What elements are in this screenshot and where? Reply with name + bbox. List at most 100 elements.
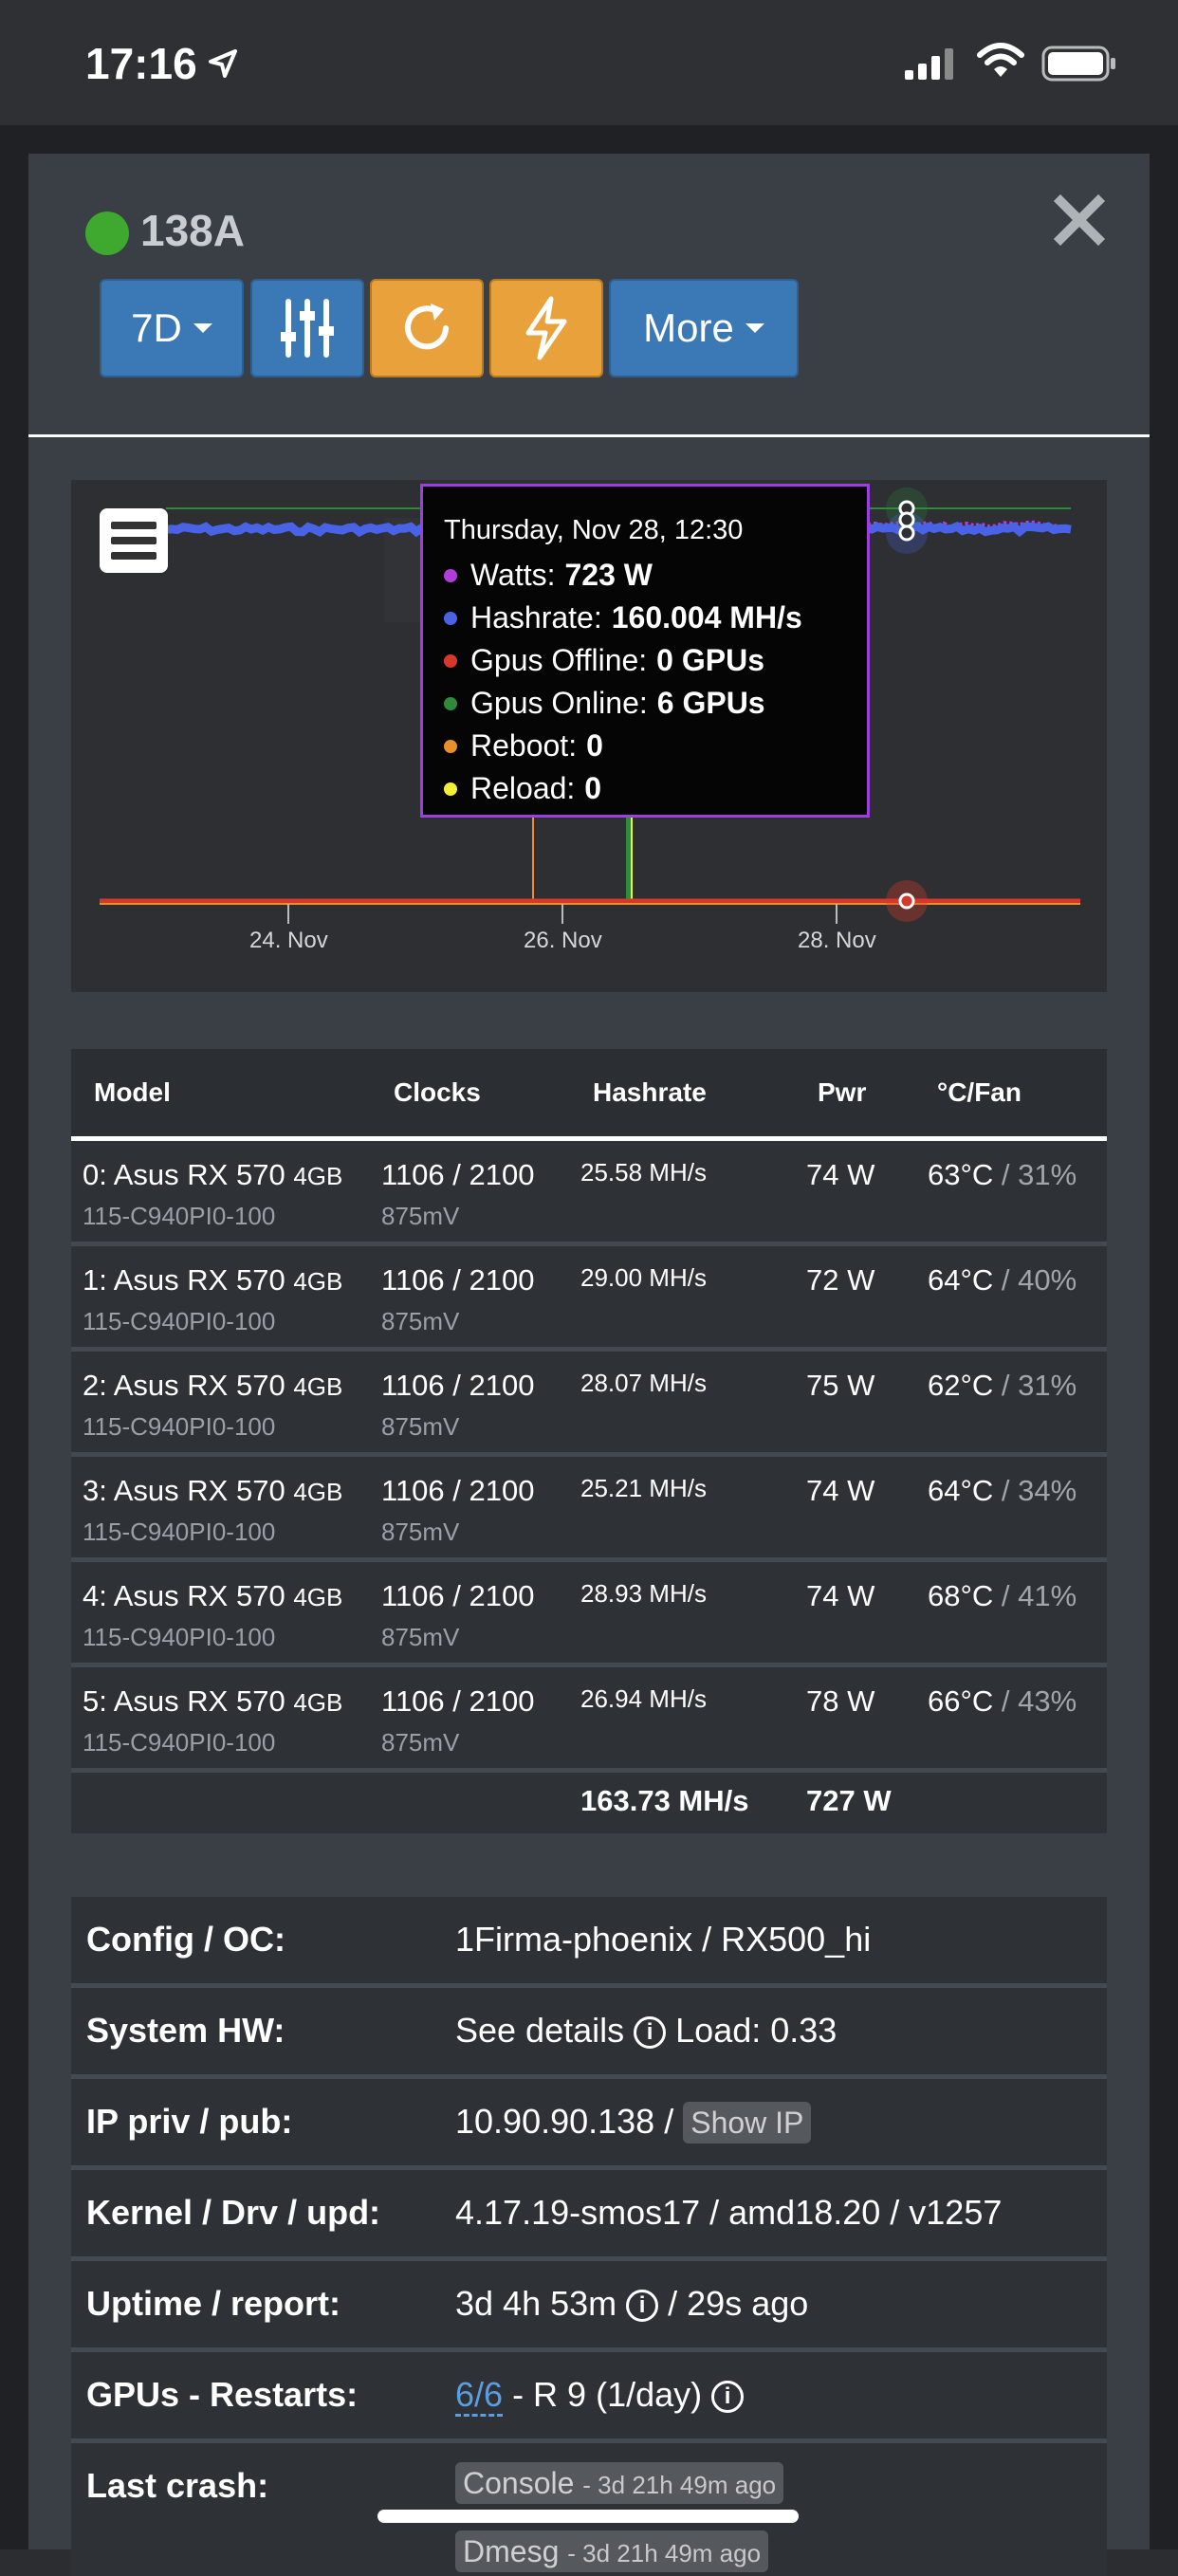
dmesg-log-button[interactable]: Dmesg - 3d 21h 49m ago xyxy=(455,2530,769,2572)
gpu-temp-fan: 62°C / 31% xyxy=(928,1369,1077,1402)
info-label: GPUs - Restarts: xyxy=(86,2375,359,2414)
gpu-voltage: 875mV xyxy=(381,1728,460,1757)
column-header-model[interactable]: Model xyxy=(94,1077,171,1108)
tooltip-row-watts: Watts: 723 W xyxy=(444,554,846,597)
x-tick-label: 24. Nov xyxy=(249,928,328,953)
tooltip-row-reboot: Reboot: 0 xyxy=(444,725,846,767)
column-header-clocks[interactable]: Clocks xyxy=(394,1077,481,1108)
gpu-model: 4: Asus RX 570 4GB xyxy=(83,1579,343,1612)
gpu-table-row[interactable]: 5: Asus RX 570 4GB 115-C940PI0-100 1106 / … xyxy=(71,1667,1107,1773)
more-label: More xyxy=(643,305,734,350)
more-dropdown-button[interactable]: More xyxy=(609,279,799,377)
refresh-icon xyxy=(405,304,449,350)
rig-name: 138A xyxy=(140,206,245,255)
gpu-bios: 115-C940PI0-100 xyxy=(83,1728,276,1757)
column-header-hashrate[interactable]: Hashrate xyxy=(593,1077,707,1108)
header-divider xyxy=(28,434,1150,437)
gpu-clocks: 1106 / 2100 xyxy=(381,1263,535,1297)
info-label: Config / OC: xyxy=(86,1920,285,1959)
hover-point-hashrate xyxy=(898,524,915,542)
x-tick-label: 28. Nov xyxy=(798,928,876,953)
info-label: System HW: xyxy=(86,2011,285,2050)
wifi-icon xyxy=(977,43,1024,77)
gpu-table-row[interactable]: 4: Asus RX 570 4GB 115-C940PI0-100 1106 / … xyxy=(71,1562,1107,1667)
gpu-hashrate: 29.00 MH/s xyxy=(580,1263,707,1292)
gpu-model: 1: Asus RX 570 4GB xyxy=(83,1263,343,1297)
chevron-down-icon xyxy=(193,323,212,333)
gpu-temp-fan: 64°C / 34% xyxy=(928,1474,1077,1507)
hover-point-watts xyxy=(898,511,915,528)
restarts-value: - R 9 (1/day) xyxy=(512,2375,703,2414)
gpu-voltage: 875mV xyxy=(381,1412,460,1441)
ip-value: 10.90.90.138 / xyxy=(455,2102,674,2141)
kernel-value: 4.17.19-smos17 / amd18.20 / v1257 xyxy=(455,2193,1003,2232)
gpu-temp-fan: 68°C / 41% xyxy=(928,1579,1077,1612)
see-details-link[interactable]: See details xyxy=(455,2011,624,2050)
gpu-voltage: 875mV xyxy=(381,1307,460,1335)
gpu-clocks: 1106 / 2100 xyxy=(381,1158,535,1191)
info-label: IP priv / pub: xyxy=(86,2102,293,2141)
gpu-clocks: 1106 / 2100 xyxy=(381,1684,535,1718)
chart-menu-button[interactable] xyxy=(100,508,168,573)
lightning-icon xyxy=(525,296,567,360)
gpu-power: 74 W xyxy=(806,1579,875,1612)
gpu-power: 74 W xyxy=(806,1474,875,1507)
show-ip-button[interactable]: Show IP xyxy=(683,2102,812,2144)
tooltip-row-gpus-offline: Gpus Offline: 0 GPUs xyxy=(444,639,846,682)
gpu-table-row[interactable]: 3: Asus RX 570 4GB 115-C940PI0-100 1106 / … xyxy=(71,1457,1107,1562)
gpu-model: 0: Asus RX 570 4GB xyxy=(83,1158,343,1191)
tooltip-row-gpus-online: Gpus Online: 6 GPUs xyxy=(444,682,846,725)
gpu-power: 72 W xyxy=(806,1263,875,1297)
report-value: / 29s ago xyxy=(668,2284,809,2323)
gpu-power: 74 W xyxy=(806,1158,875,1191)
gpus-count-link[interactable]: 6/6 xyxy=(455,2375,504,2417)
gpu-voltage: 875mV xyxy=(381,1202,460,1230)
gpu-bios: 115-C940PI0-100 xyxy=(83,1518,276,1546)
gpu-table-row[interactable]: 0: Asus RX 570 4GB 115-C940PI0-100 1106 / … xyxy=(71,1141,1107,1246)
gpu-temp-fan: 63°C / 31% xyxy=(928,1158,1077,1191)
info-icon[interactable]: i xyxy=(634,2016,667,2050)
gpu-power: 78 W xyxy=(806,1684,875,1718)
gpu-hashrate: 25.58 MH/s xyxy=(580,1158,707,1187)
gpu-table-row[interactable]: 2: Asus RX 570 4GB 115-C940PI0-100 1106 / … xyxy=(71,1352,1107,1457)
rig-stats-chart[interactable]: Thursday, Nov 28, 12:30 Watts: 723 W Hash… xyxy=(71,480,1107,992)
status-time: 17:16 xyxy=(85,39,197,88)
info-label: Kernel / Drv / upd: xyxy=(86,2193,381,2232)
total-hashrate: 163.73 MH/s xyxy=(580,1784,749,1817)
rig-info-table: Config / OC: 1Firma-phoenix / RX500_hi S… xyxy=(71,1897,1107,2576)
gpu-hashrate: 25.21 MH/s xyxy=(580,1474,707,1502)
gpu-table-header: Model Clocks Hashrate Pwr °C/Fan xyxy=(71,1049,1107,1141)
period-dropdown-button[interactable]: 7D xyxy=(100,279,244,377)
close-icon[interactable] xyxy=(1053,193,1106,247)
gpu-model: 2: Asus RX 570 4GB xyxy=(83,1369,343,1402)
column-header-power[interactable]: Pwr xyxy=(818,1077,866,1108)
gpu-model: 5: Asus RX 570 4GB xyxy=(83,1684,343,1718)
gpu-table-row[interactable]: 1: Asus RX 570 4GB 115-C940PI0-100 1106 / … xyxy=(71,1246,1107,1352)
column-header-temp-fan[interactable]: °C/Fan xyxy=(937,1077,1022,1108)
info-row-kernel: Kernel / Drv / upd: 4.17.19-smos17 / amd… xyxy=(71,2170,1107,2261)
location-arrow-icon xyxy=(209,49,237,78)
gpu-bios: 115-C940PI0-100 xyxy=(83,1202,276,1230)
tooltip-title: Thursday, Nov 28, 12:30 xyxy=(444,515,744,545)
info-label: Uptime / report: xyxy=(86,2284,341,2323)
gpu-power: 75 W xyxy=(806,1369,875,1402)
home-indicator xyxy=(377,2510,799,2523)
gpu-voltage: 875mV xyxy=(381,1518,460,1546)
info-icon[interactable]: i xyxy=(711,2381,745,2414)
info-row-config: Config / OC: 1Firma-phoenix / RX500_hi xyxy=(71,1897,1107,1988)
tuning-button[interactable] xyxy=(250,279,364,377)
console-log-button[interactable]: Console - 3d 21h 49m ago xyxy=(455,2462,784,2504)
info-icon[interactable]: i xyxy=(626,2290,659,2323)
info-row-uptime: Uptime / report: 3d 4h 53m i / 29s ago xyxy=(71,2261,1107,2352)
chevron-down-icon xyxy=(745,323,764,333)
gpu-table: Model Clocks Hashrate Pwr °C/Fan 0: Asus… xyxy=(71,1049,1107,1833)
gpu-hashrate: 28.93 MH/s xyxy=(580,1579,707,1608)
gpu-temp-fan: 66°C / 43% xyxy=(928,1684,1077,1718)
sliders-icon xyxy=(281,299,334,358)
rig-status-dot xyxy=(85,212,129,255)
gpu-model: 3: Asus RX 570 4GB xyxy=(83,1474,343,1507)
status-bar: 17:16 xyxy=(0,0,1178,125)
power-cycle-button[interactable] xyxy=(489,279,603,377)
restart-button[interactable] xyxy=(370,279,484,377)
config-value: 1Firma-phoenix / RX500_hi xyxy=(455,1920,872,1959)
